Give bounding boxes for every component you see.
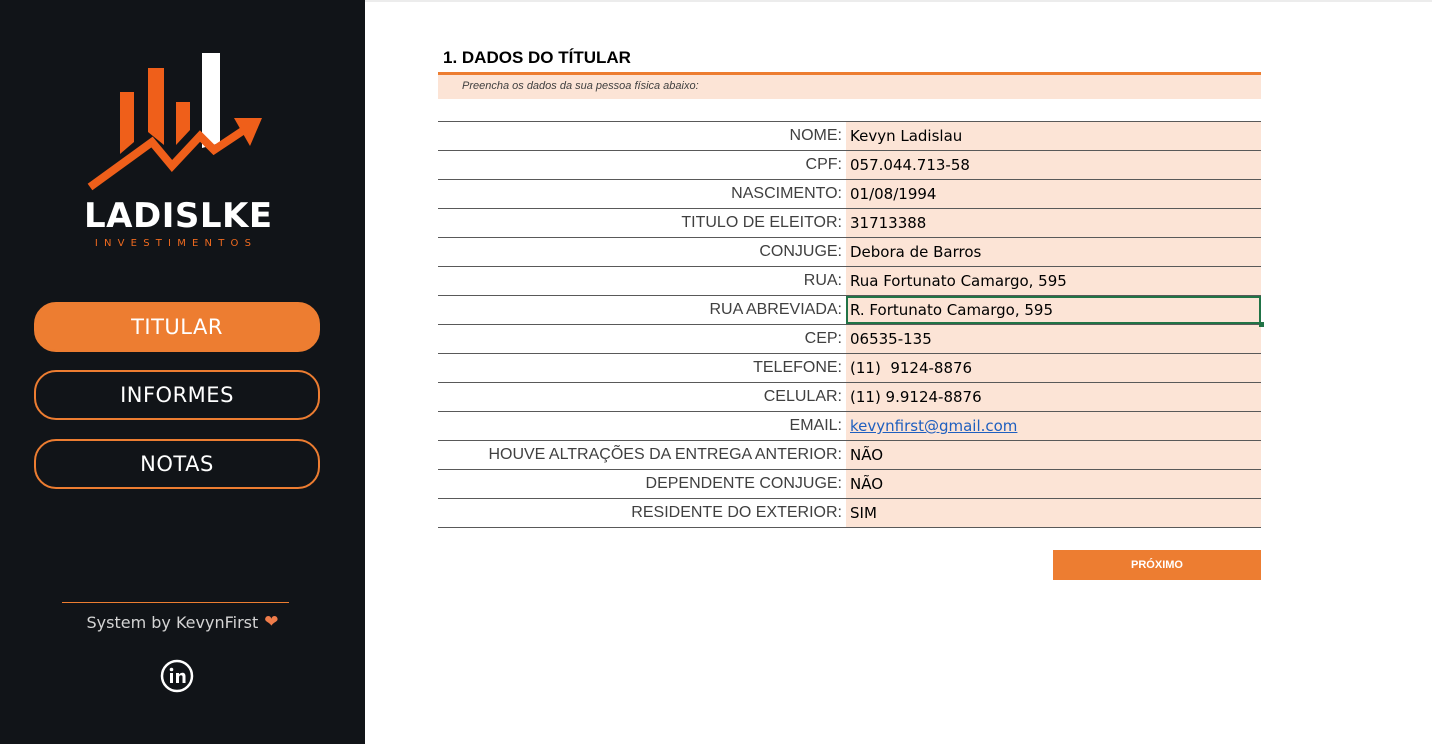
titular-form: NOME: Kevyn Ladislau CPF: 057.044.713-58… [438, 121, 1264, 528]
form-row-nome: NOME: Kevyn Ladislau [438, 122, 1261, 151]
titulo-eleitor-field[interactable]: 31713388 [846, 209, 1261, 237]
subtitle-band: Preencha os dados da sua pessoa física a… [438, 75, 1261, 99]
field-label: EMAIL: [789, 417, 842, 434]
celular-field[interactable]: (11) 9.9124-8876 [846, 383, 1261, 411]
sidebar-divider [62, 602, 289, 603]
form-row-titulo-eleitor: TITULO DE ELEITOR: 31713388 [438, 209, 1261, 238]
field-label: TELEFONE: [753, 359, 842, 376]
nav-button-informes[interactable]: INFORMES [34, 370, 320, 420]
nascimento-field[interactable]: 01/08/1994 [846, 180, 1261, 208]
form-row-cep: CEP: 06535-135 [438, 325, 1261, 354]
brand-name: LADISLKE [84, 196, 273, 236]
form-row-rua-abreviada: RUA ABREVIADA: R. Fortunato Camargo, 595 [438, 296, 1264, 327]
heart-icon: ❤ [264, 612, 279, 632]
rua-field[interactable]: Rua Fortunato Camargo, 595 [846, 267, 1261, 295]
cpf-field[interactable]: 057.044.713-58 [846, 151, 1261, 179]
nav-button-notas[interactable]: NOTAS [34, 439, 320, 489]
section-title: 1. DADOS DO TÍTULAR [443, 48, 631, 67]
form-row-celular: CELULAR: (11) 9.9124-8876 [438, 383, 1261, 412]
telefone-field[interactable]: (11) 9124-8876 [846, 354, 1261, 382]
brand-logo: LADISLKE INVESTIMENTOS [84, 50, 273, 260]
field-label: RESIDENTE DO EXTERIOR: [631, 504, 842, 521]
cep-field[interactable]: 06535-135 [846, 325, 1261, 353]
field-label: CEP: [804, 330, 842, 347]
top-border [365, 0, 1432, 2]
form-row-dependente-conjuge: DEPENDENTE CONJUGE: NÃO [438, 470, 1261, 499]
next-button[interactable]: PRÓXIMO [1053, 550, 1261, 580]
nav-button-titular[interactable]: TITULAR [34, 302, 320, 352]
field-label: DEPENDENTE CONJUGE: [645, 475, 842, 492]
form-row-email: EMAIL: kevynfirst@gmail.com [438, 412, 1261, 441]
form-row-conjuge: CONJUGE: Debora de Barros [438, 238, 1261, 267]
sidebar-footer: System by KevynFirst ❤ [0, 612, 365, 632]
dependente-conjuge-field[interactable]: NÃO [846, 470, 1261, 498]
rua-abreviada-field[interactable]: R. Fortunato Camargo, 595 [846, 296, 1264, 327]
form-row-alteracoes: HOUVE ALTRAÇÕES DA ENTREGA ANTERIOR: NÃO [438, 441, 1261, 470]
field-label: CPF: [805, 156, 842, 173]
alteracoes-field[interactable]: NÃO [846, 441, 1261, 469]
footer-credit: System by KevynFirst [86, 612, 259, 632]
field-label: NASCIMENTO: [731, 185, 842, 202]
sidebar: LADISLKE INVESTIMENTOS TITULAR INFORMES … [0, 0, 365, 744]
field-label: CELULAR: [763, 388, 842, 405]
conjuge-field[interactable]: Debora de Barros [846, 238, 1261, 266]
residente-exterior-field[interactable]: SIM [846, 499, 1261, 527]
section-subtitle: Preencha os dados da sua pessoa física a… [462, 80, 699, 92]
field-label: TITULO DE ELEITOR: [681, 214, 842, 231]
field-label: RUA: [803, 272, 842, 289]
field-label: HOUVE ALTRAÇÕES DA ENTREGA ANTERIOR: [488, 446, 842, 463]
field-label: CONJUGE: [759, 243, 842, 260]
form-row-rua: RUA: Rua Fortunato Camargo, 595 [438, 267, 1261, 296]
field-label: RUA ABREVIADA: [709, 301, 843, 318]
form-row-telefone: TELEFONE: (11) 9124-8876 [438, 354, 1261, 383]
form-row-cpf: CPF: 057.044.713-58 [438, 151, 1261, 180]
form-row-residente-exterior: RESIDENTE DO EXTERIOR: SIM [438, 499, 1261, 528]
chart-growth-icon [87, 53, 262, 191]
nome-field[interactable]: Kevyn Ladislau [846, 122, 1261, 150]
linkedin-icon[interactable] [160, 659, 194, 693]
form-row-nascimento: NASCIMENTO: 01/08/1994 [438, 180, 1261, 209]
brand-tagline: INVESTIMENTOS [94, 238, 258, 249]
email-field[interactable]: kevynfirst@gmail.com [846, 412, 1261, 440]
field-label: NOME: [789, 127, 842, 144]
